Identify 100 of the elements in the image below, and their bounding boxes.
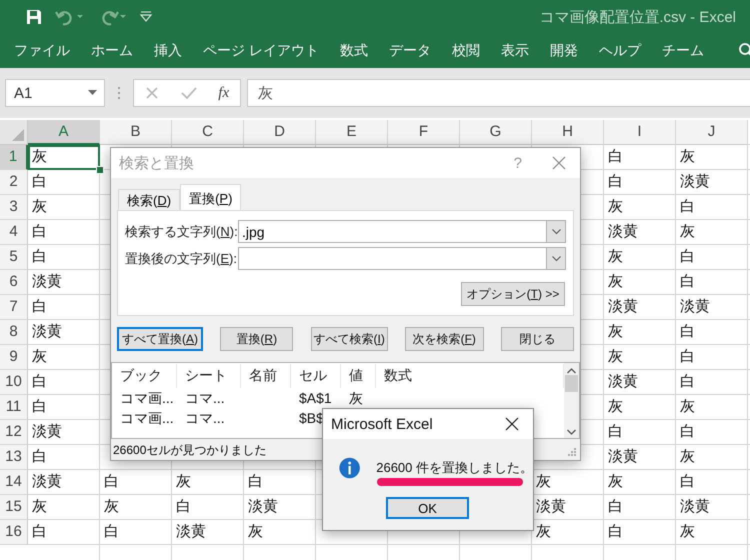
table-cell-text: 白 — [31, 397, 48, 417]
customize-dropdown-icon[interactable] — [139, 10, 153, 24]
table-cell-text: 灰 — [679, 222, 696, 242]
row-header[interactable]: 16 — [0, 520, 28, 545]
close-icon[interactable] — [505, 417, 519, 431]
table-cell-text: 灰 — [535, 472, 552, 492]
result-cell[interactable]: $A$1 — [291, 388, 341, 408]
message-title: Microsoft Excel — [331, 416, 434, 432]
table-cell-text: 淡黄 — [679, 497, 711, 517]
dialog-button[interactable]: すべて置換(A) — [117, 327, 203, 351]
resize-grip-icon[interactable] — [566, 446, 576, 456]
table-cell-text: 白 — [31, 297, 48, 317]
fill-handle[interactable] — [96, 166, 104, 174]
replace-field[interactable] — [238, 247, 566, 270]
table-cell-text: 白 — [31, 222, 48, 242]
caret-icon[interactable] — [88, 90, 98, 96]
ribbon-tab[interactable]: 校閲 — [452, 42, 480, 60]
tab[interactable]: 検索(D) — [118, 189, 180, 210]
formula-field[interactable]: 灰 — [247, 79, 750, 107]
ribbon-tab[interactable]: ホーム — [91, 42, 133, 60]
row-header[interactable]: 8 — [0, 320, 28, 345]
column-header[interactable]: I — [604, 120, 676, 145]
table-cell-text: 灰 — [607, 347, 624, 367]
column-header[interactable]: H — [532, 120, 604, 145]
table-cell-text: 白 — [103, 522, 120, 542]
table-cell-text: 灰 — [607, 472, 624, 492]
column-header[interactable]: セル — [291, 364, 341, 388]
column-header[interactable]: F — [388, 120, 460, 145]
row-header[interactable]: 6 — [0, 270, 28, 295]
row-header[interactable]: 3 — [0, 195, 28, 220]
column-header[interactable]: E — [316, 120, 388, 145]
row-header[interactable]: 14 — [0, 470, 28, 495]
column-header[interactable]: J — [676, 120, 748, 145]
row-header[interactable]: 4 — [0, 220, 28, 245]
table-cell-text: 淡黄 — [31, 322, 63, 342]
scroll-thumb[interactable] — [565, 375, 578, 392]
dialog-button[interactable]: すべて検索(I) — [310, 327, 388, 351]
row-header[interactable]: 15 — [0, 495, 28, 520]
row-header[interactable]: 2 — [0, 170, 28, 195]
dialog-button[interactable]: 次を検索(F) — [404, 327, 484, 351]
tab[interactable]: 置換(P) — [180, 184, 242, 210]
result-cell[interactable]: コマ... — [177, 408, 241, 428]
ribbon-tab[interactable]: ヘルプ — [598, 42, 641, 60]
window-title: コマ画像配置位置.csv - Excel — [539, 8, 736, 26]
insert-function-button[interactable]: fx — [218, 84, 230, 102]
table-cell-text: 灰 — [31, 197, 48, 217]
row-header[interactable]: 13 — [0, 445, 28, 470]
scroll-down-icon[interactable] — [567, 429, 576, 435]
ok-button[interactable]: OK — [386, 497, 469, 519]
search-field[interactable]: .jpg — [238, 220, 566, 243]
table-cell-text: 白 — [31, 172, 48, 192]
column-header[interactable]: B — [100, 120, 172, 145]
ribbon-tab[interactable]: ファイル — [14, 42, 70, 60]
column-header[interactable]: D — [244, 120, 316, 145]
ribbon-tab[interactable]: 表示 — [500, 42, 529, 60]
ribbon-tab[interactable]: チーム — [662, 42, 704, 60]
row-header[interactable]: 10 — [0, 370, 28, 395]
dialog-button[interactable]: 置換(R) — [220, 327, 294, 351]
table-cell-text: 白 — [31, 372, 48, 392]
table-cell-text: 白 — [679, 247, 696, 267]
options-button[interactable]: オプション(T) >> — [461, 282, 565, 306]
dropdown-button[interactable] — [546, 248, 565, 269]
row-header[interactable]: 9 — [0, 345, 28, 370]
undo-icon[interactable] — [55, 8, 85, 26]
column-header[interactable]: シート — [177, 364, 241, 388]
column-header[interactable]: 値 — [341, 364, 376, 388]
row-header[interactable]: 11 — [0, 395, 28, 420]
ribbon-tab[interactable]: データ — [388, 42, 431, 60]
ribbon-tab[interactable]: 開発 — [550, 42, 578, 60]
result-cell[interactable]: コマ画... — [112, 388, 177, 408]
result-cell[interactable]: コマ画... — [112, 408, 177, 428]
column-header[interactable]: ブック — [112, 364, 177, 388]
ribbon-tab[interactable]: 挿入 — [154, 42, 182, 60]
chevron-icon — [552, 256, 560, 262]
table-cell-text: 白 — [103, 472, 120, 492]
table-cell-text: 灰 — [679, 522, 696, 542]
name-box[interactable]: A1 — [5, 79, 105, 107]
row-header[interactable]: 7 — [0, 295, 28, 320]
table-cell-text: 白 — [175, 497, 192, 517]
column-header[interactable]: C — [172, 120, 244, 145]
scroll-up-icon[interactable] — [567, 368, 576, 374]
row-header[interactable]: 12 — [0, 420, 28, 445]
result-cell[interactable]: 灰 — [341, 388, 376, 408]
table-cell-text: 白 — [607, 497, 624, 517]
row-header[interactable]: 5 — [0, 245, 28, 270]
ribbon-tab[interactable]: ページ レイアウト — [203, 42, 319, 60]
result-cell[interactable]: コマ... — [177, 388, 241, 408]
row-header[interactable]: 1 — [0, 145, 28, 170]
dropdown-button[interactable] — [546, 221, 565, 242]
active-cell[interactable]: 灰 — [28, 145, 100, 170]
ribbon-tab[interactable]: 数式 — [340, 42, 368, 60]
column-header[interactable]: G — [460, 120, 532, 145]
save-icon[interactable] — [25, 8, 43, 26]
table-cell-text: 灰 — [175, 472, 192, 492]
dialog-button[interactable]: 閉じる — [501, 327, 574, 351]
column-header[interactable]: 名前 — [241, 364, 291, 388]
scrollbar[interactable] — [564, 363, 579, 438]
check-icon[interactable] — [180, 86, 197, 100]
dialog-title: 検索と置換 — [119, 154, 195, 172]
column-header[interactable]: A — [28, 120, 100, 145]
